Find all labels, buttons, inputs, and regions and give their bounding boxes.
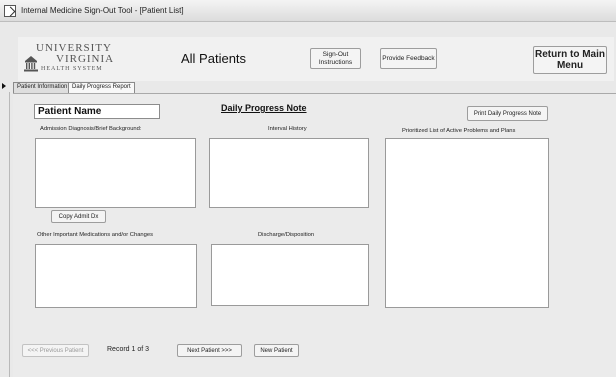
logo-text-virginia: VIRGINIA [56,53,115,65]
active-problems-label: Prioritized List of Active Problems and … [402,128,516,134]
logo-text-health-system: HEALTH SYSTEM [41,66,103,72]
interval-history-textarea[interactable] [209,138,369,208]
active-problems-textarea[interactable] [385,138,549,308]
patient-name-field[interactable]: Patient Name [34,104,160,119]
record-counter: Record 1 of 3 [107,346,150,353]
previous-patient-button[interactable]: <<< Previous Patient [22,344,89,357]
record-selector-arrow-icon [2,83,6,89]
record-selector-rail [9,92,10,377]
discharge-disposition-label: Discharge/Disposition [258,232,315,238]
app-icon [4,4,16,17]
page-title: All Patients [181,51,247,66]
tab-patient-information[interactable]: Patient Information [13,82,72,93]
admission-diagnosis-textarea[interactable] [35,138,196,208]
copy-admit-dx-button[interactable]: Copy Admit Dx [51,210,106,223]
medications-label: Other Important Medications and/or Chang… [37,232,154,238]
sign-out-instructions-button[interactable]: Sign-Out Instructions [310,48,361,69]
provide-feedback-button[interactable]: Provide Feedback [380,48,437,69]
print-daily-progress-note-button[interactable]: Print Daily Progress Note [467,106,548,121]
tab-daily-progress-report[interactable]: Daily Progress Report [68,82,135,93]
next-patient-button[interactable]: Next Patient >>> [177,344,242,357]
app-window: Internal Medicine Sign-Out Tool - [Patie… [0,0,616,377]
new-patient-button[interactable]: New Patient [254,344,299,357]
interval-history-label: Interval History [268,126,307,132]
rotunda-crest-icon [24,56,38,72]
discharge-disposition-textarea[interactable] [211,244,369,306]
medications-textarea[interactable] [35,244,197,308]
daily-progress-note-heading: Daily Progress Note [221,103,307,113]
title-bar: Internal Medicine Sign-Out Tool - [Patie… [0,0,616,22]
uva-health-system-logo: UNIVERSITY VIRGINIA HEALTH SYSTEM [24,42,116,76]
window-title: Internal Medicine Sign-Out Tool - [Patie… [21,6,184,15]
return-to-main-menu-button[interactable]: Return to Main Menu [533,46,607,74]
admission-diagnosis-label: Admission Diagnosis/Brief Background: [40,126,142,132]
